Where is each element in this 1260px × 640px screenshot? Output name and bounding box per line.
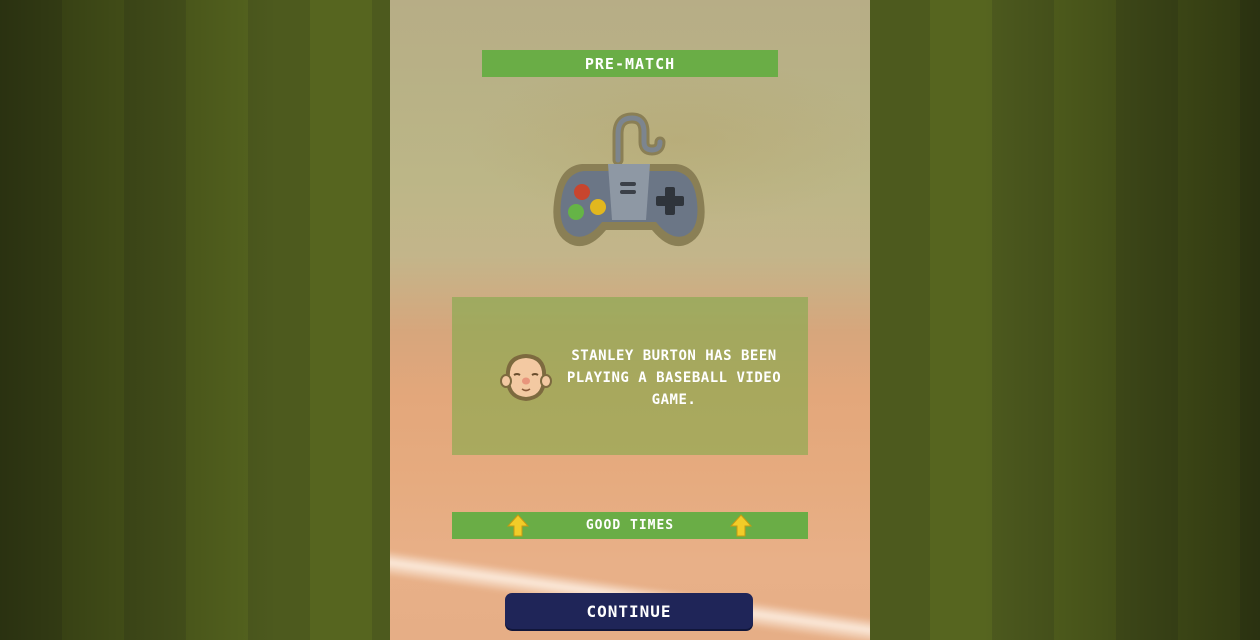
game-controller-icon: [553, 112, 705, 247]
mood-bar: GOOD TIMES: [452, 512, 808, 539]
event-message-box: Stanley Burton has been playing a baseba…: [452, 297, 808, 455]
bald-character-face-icon: [500, 354, 552, 401]
page-title: PRE-MATCH: [584, 54, 676, 73]
mood-label: GOOD TIMES: [585, 518, 675, 533]
continue-button[interactable]: CONTINUE: [505, 593, 753, 629]
header-bar: PRE-MATCH: [482, 50, 778, 77]
arrow-up-icon: [730, 514, 752, 537]
continue-button-label: CONTINUE: [586, 601, 672, 621]
arrow-up-icon: [507, 514, 529, 537]
event-panel: PRE-MATCH Stanley Burton has been playin…: [390, 0, 870, 640]
event-message: Stanley Burton has been playing a baseba…: [566, 348, 782, 408]
